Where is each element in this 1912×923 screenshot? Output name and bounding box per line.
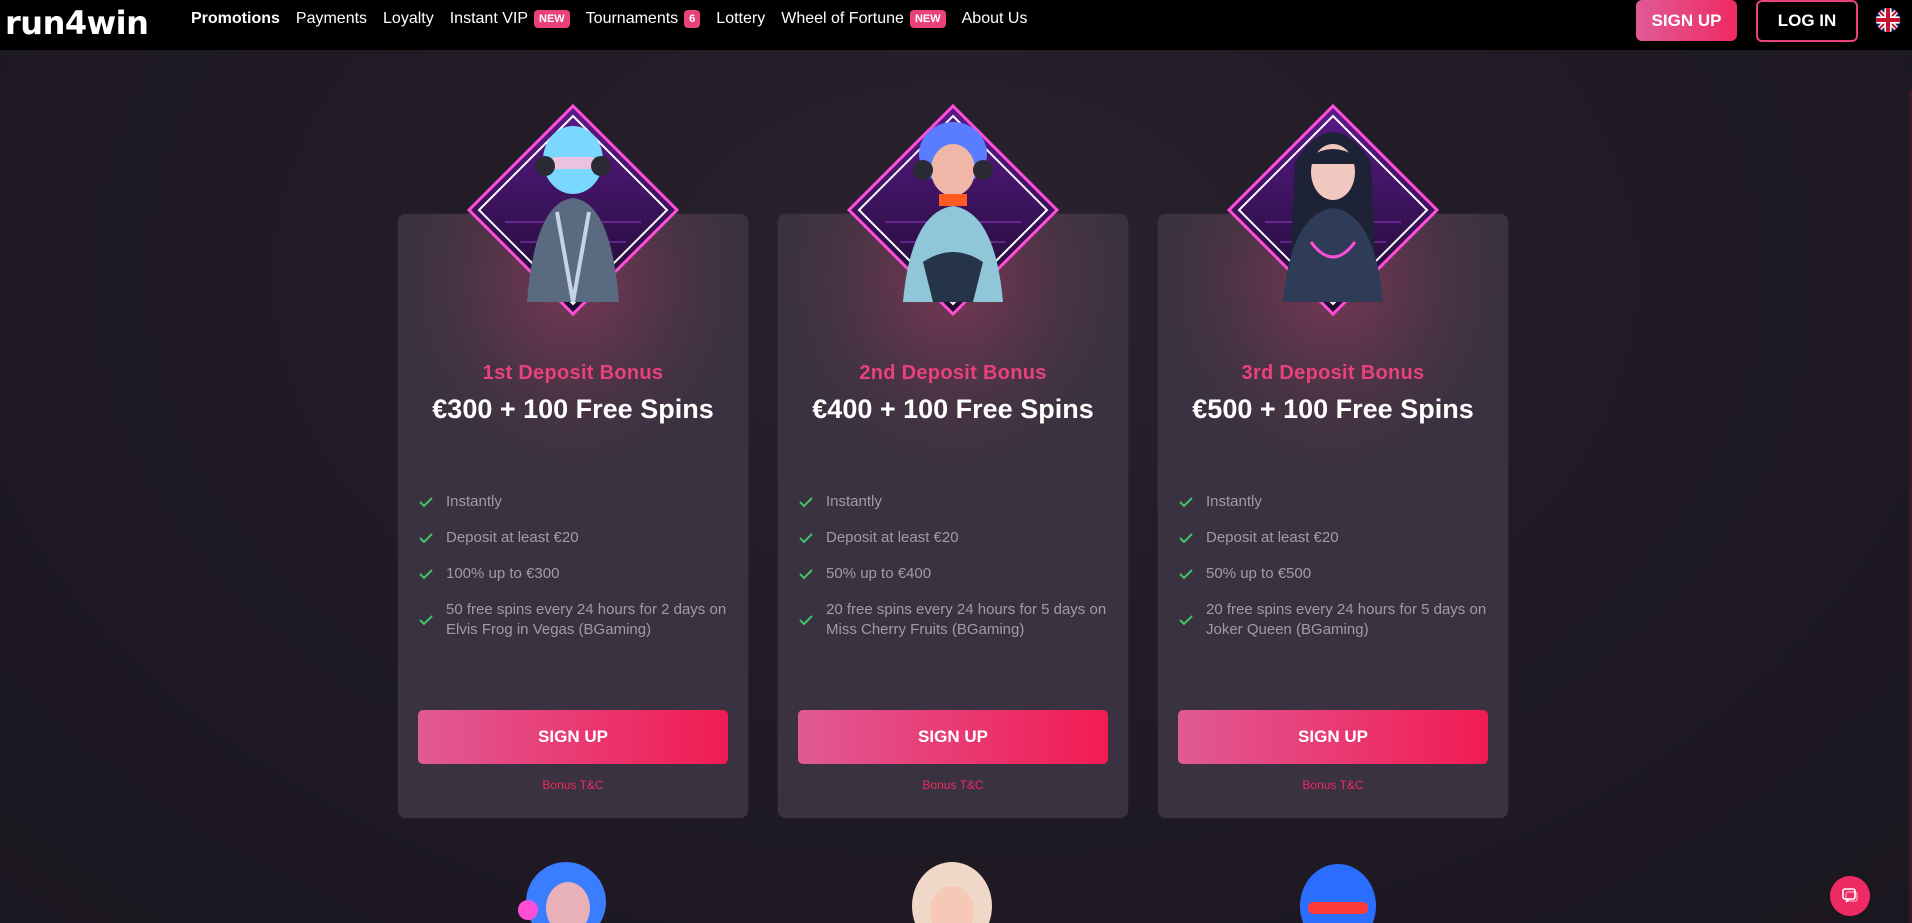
- feature-item: Instantly: [798, 492, 1118, 528]
- nav-item-wheel-of-fortune[interactable]: Wheel of Fortune NEW: [781, 10, 946, 28]
- check-icon: [419, 615, 433, 626]
- check-icon: [1179, 533, 1193, 544]
- feature-item: Deposit at least €20: [418, 528, 738, 564]
- feature-item: Instantly: [418, 492, 738, 528]
- check-icon: [419, 497, 433, 508]
- feature-list: Instantly Deposit at least €20 50% up to…: [1178, 492, 1498, 640]
- bonus-character-portrait: [1225, 102, 1441, 318]
- nav-item-lottery[interactable]: Lottery: [716, 10, 765, 28]
- card-subtitle: 3rd Deposit Bonus: [1241, 362, 1425, 384]
- nav-item-instant-vip[interactable]: Instant VIP NEW: [450, 10, 570, 28]
- bonus-tnc-link[interactable]: Bonus T&C: [1158, 778, 1508, 792]
- next-row-portrait: [892, 862, 1012, 923]
- bonus-card-1: 1st Deposit Bonus €300 + 100 Free Spins …: [398, 103, 748, 818]
- chat-icon: [1842, 888, 1858, 903]
- feature-item: 50% up to €500: [1178, 564, 1498, 600]
- bonus-card-3: 3rd Deposit Bonus €500 + 100 Free Spins …: [1158, 103, 1508, 818]
- check-icon: [419, 533, 433, 544]
- card-title: €300 + 100 Free Spins: [432, 394, 714, 424]
- feature-item: 50% up to €400: [798, 564, 1118, 600]
- top-navigation-bar: run4win Promotions Payments Loyalty Inst…: [0, 0, 1912, 50]
- card-subtitle: 2nd Deposit Bonus: [859, 362, 1047, 384]
- main-nav: Promotions Payments Loyalty Instant VIP N…: [191, 0, 1043, 38]
- count-badge: 6: [684, 10, 701, 28]
- nav-item-about-us[interactable]: About Us: [962, 10, 1028, 28]
- feature-item: 100% up to €300: [418, 564, 738, 600]
- feature-item: Deposit at least €20: [1178, 528, 1498, 564]
- nav-item-loyalty[interactable]: Loyalty: [383, 10, 434, 28]
- feature-item: Deposit at least €20: [798, 528, 1118, 564]
- bonus-character-portrait: [465, 102, 681, 318]
- card-signup-button[interactable]: SIGN UP: [798, 710, 1108, 764]
- card-subtitle: 1st Deposit Bonus: [482, 362, 664, 384]
- chat-button[interactable]: [1830, 876, 1870, 916]
- check-icon: [1179, 569, 1193, 580]
- bonus-card-2: 2nd Deposit Bonus €400 + 100 Free Spins …: [778, 103, 1128, 818]
- check-icon: [799, 533, 813, 544]
- uk-flag-icon[interactable]: [1876, 8, 1900, 32]
- check-icon: [1179, 615, 1193, 626]
- next-row-portrait: [1278, 862, 1398, 923]
- feature-item: Instantly: [1178, 492, 1498, 528]
- nav-item-payments[interactable]: Payments: [296, 10, 367, 28]
- bonus-tnc-link[interactable]: Bonus T&C: [778, 778, 1128, 792]
- feature-list: Instantly Deposit at least €20 100% up t…: [418, 492, 738, 640]
- site-logo[interactable]: run4win: [5, 4, 149, 42]
- check-icon: [799, 615, 813, 626]
- feature-item: 50 free spins every 24 hours for 2 days …: [418, 600, 738, 640]
- card-signup-button[interactable]: SIGN UP: [418, 710, 728, 764]
- new-badge: NEW: [909, 10, 946, 28]
- bonus-character-portrait: [845, 102, 1061, 318]
- bonus-tnc-link[interactable]: Bonus T&C: [398, 778, 748, 792]
- feature-item: 20 free spins every 24 hours for 5 days …: [1178, 600, 1498, 640]
- check-icon: [799, 569, 813, 580]
- feature-list: Instantly Deposit at least €20 50% up to…: [798, 492, 1118, 640]
- header-login-button[interactable]: LOG IN: [1756, 0, 1858, 42]
- header-signup-button[interactable]: SIGN UP: [1636, 0, 1737, 41]
- feature-item: 20 free spins every 24 hours for 5 days …: [798, 600, 1118, 640]
- nav-item-tournaments[interactable]: Tournaments 6: [586, 10, 701, 28]
- next-row-portrait: [506, 862, 626, 923]
- card-signup-button[interactable]: SIGN UP: [1178, 710, 1488, 764]
- check-icon: [799, 497, 813, 508]
- new-badge: NEW: [534, 10, 570, 28]
- check-icon: [419, 569, 433, 580]
- check-icon: [1179, 497, 1193, 508]
- card-title: €500 + 100 Free Spins: [1192, 394, 1474, 424]
- nav-item-promotions[interactable]: Promotions: [191, 10, 280, 28]
- card-title: €400 + 100 Free Spins: [812, 394, 1094, 424]
